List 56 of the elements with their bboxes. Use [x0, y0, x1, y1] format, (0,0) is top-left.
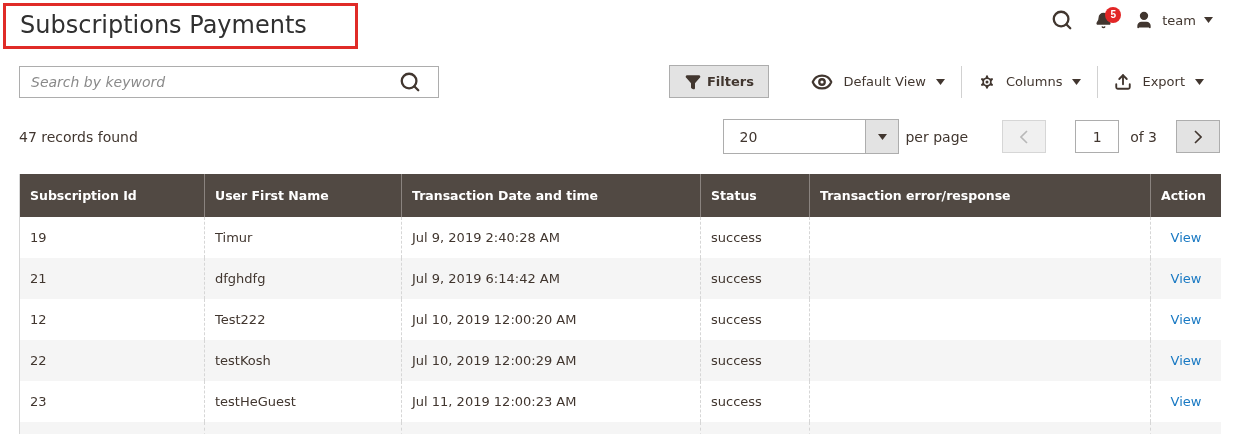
view-link[interactable]: View	[1170, 312, 1202, 327]
caret-icon	[877, 133, 887, 140]
column-header[interactable]: Subscription Id	[20, 174, 204, 217]
table-cell: Test222	[215, 312, 266, 327]
table-cell: 12	[30, 312, 47, 327]
table-cell: success	[711, 394, 762, 409]
user-menu[interactable]: team	[1134, 10, 1213, 30]
caret-icon	[1072, 78, 1082, 85]
chevron-left-icon	[1020, 129, 1029, 144]
view-link[interactable]: View	[1170, 394, 1202, 409]
toolbar-dropdown[interactable]: Columns	[960, 65, 1098, 98]
table-cell: Jul 10, 2019 12:00:20 AM	[412, 312, 577, 327]
page-title: Subscriptions Payments	[3, 3, 358, 49]
table-cell: success	[711, 312, 762, 327]
search-field[interactable]: Search by keyword	[19, 65, 439, 98]
search-icon[interactable]	[399, 70, 421, 93]
page-count: of 3	[1130, 128, 1157, 145]
filters-button[interactable]: Filters	[669, 65, 770, 98]
column-header[interactable]: Transaction Date and time	[401, 174, 700, 217]
table-cell: Jul 9, 2019 2:40:28 AM	[412, 230, 560, 245]
table-cell: success	[711, 230, 762, 245]
page-input[interactable]: 1	[1075, 120, 1120, 153]
table-cell: 19	[30, 230, 47, 245]
table-cell: 21	[30, 271, 47, 286]
column-header[interactable]: Status	[700, 174, 809, 217]
chevron-right-icon	[1194, 129, 1202, 144]
table-cell: dfghdfg	[215, 271, 266, 286]
view-link[interactable]: View	[1170, 230, 1202, 245]
column-header[interactable]: Action	[1150, 174, 1221, 217]
table-cell: 22	[30, 353, 47, 368]
table-cell: testHeGuest	[215, 394, 296, 409]
table-cell: Jul 10, 2019 12:00:29 AM	[412, 353, 577, 368]
toolbar-dropdown[interactable]: Default View	[795, 65, 961, 98]
view-link[interactable]: View	[1170, 271, 1202, 286]
table-cell: Timur	[215, 230, 253, 245]
caret-icon	[1195, 78, 1204, 85]
per-page-select[interactable]: 20	[723, 119, 900, 154]
upload-icon	[1114, 72, 1133, 91]
column-header[interactable]: Transaction error/response	[809, 174, 1150, 217]
table-cell: success	[711, 353, 762, 368]
filter-icon	[684, 73, 701, 90]
table-cell: success	[711, 271, 762, 286]
column-header[interactable]: User First Name	[204, 174, 401, 217]
records-count: 47 records found	[19, 128, 138, 145]
table-cell: Jul 11, 2019 12:00:23 AM	[412, 394, 577, 409]
caret-icon	[935, 78, 945, 85]
toolbar-dropdown[interactable]: Export	[1097, 65, 1220, 98]
caret-icon	[1204, 17, 1213, 23]
table-cell: 23	[30, 394, 47, 409]
next-page-button[interactable]	[1176, 120, 1220, 153]
table-cell: testKosh	[215, 353, 271, 368]
search-icon[interactable]	[1051, 9, 1074, 31]
table-cell: Jul 9, 2019 6:14:42 AM	[412, 271, 560, 286]
view-link[interactable]: View	[1170, 353, 1202, 368]
notification-count: 5	[1105, 6, 1122, 23]
per-page-label: per page	[905, 128, 969, 145]
